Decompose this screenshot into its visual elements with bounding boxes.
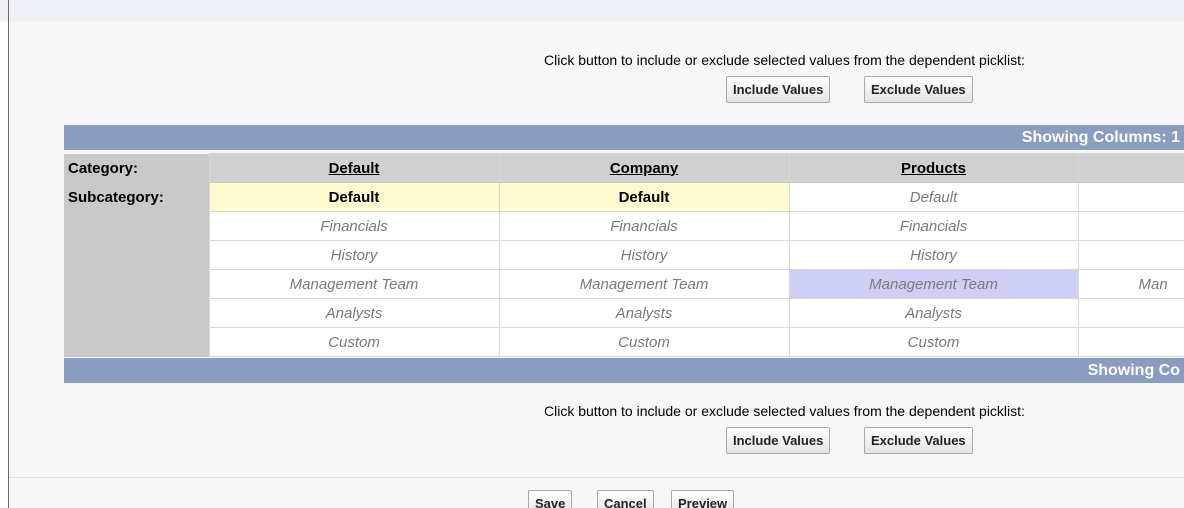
picklist-value-cell[interactable]: Management Team — [788, 269, 1079, 299]
picklist-value-cell[interactable]: Management Team — [208, 269, 500, 299]
picklist-value-cell[interactable]: History — [788, 240, 1079, 270]
picklist-value-cell[interactable] — [1077, 240, 1184, 270]
picklist-value-cell[interactable]: History — [208, 240, 500, 270]
category-header: Products — [788, 153, 1079, 183]
category-header: Default — [208, 153, 500, 183]
save-button[interactable]: Save — [528, 490, 573, 508]
picklist-value-cell[interactable]: Financials — [208, 211, 500, 241]
showing-columns-bar-bottom: Showing Co — [64, 358, 1184, 383]
picklist-value-cell[interactable]: Man — [1077, 269, 1184, 299]
instruction-text-bottom: Click button to include or exclude selec… — [544, 403, 1025, 419]
picklist-value-cell[interactable]: Custom — [208, 327, 500, 357]
include-values-button-bottom[interactable]: Include Values — [726, 427, 831, 454]
label-filler — [64, 211, 209, 241]
picklist-value-cell[interactable] — [1077, 298, 1184, 328]
label-filler — [64, 240, 209, 270]
picklist-value-cell[interactable] — [1077, 211, 1184, 241]
category-header-label: Default — [328, 159, 380, 177]
picklist-value-cell[interactable]: Analysts — [208, 298, 500, 328]
include-values-button-top[interactable]: Include Values — [726, 76, 831, 103]
cancel-button[interactable]: Cancel — [597, 490, 654, 508]
category-header-label: Company — [609, 159, 679, 177]
picklist-grid: Category: Default Company Products Subcatego… — [64, 153, 1184, 357]
category-header — [1077, 153, 1184, 183]
category-header-label: Products — [900, 159, 966, 177]
category-label: Category: — [64, 153, 209, 183]
picklist-value-cell[interactable]: Financials — [788, 211, 1079, 241]
label-filler — [64, 298, 209, 328]
showing-columns-bar-top: Showing Columns: 1 — [64, 125, 1184, 150]
picklist-value-cell[interactable]: Analysts — [788, 298, 1079, 328]
picklist-value-cell[interactable]: History — [498, 240, 790, 270]
picklist-value-cell[interactable]: Custom — [788, 327, 1079, 357]
picklist-value-cell[interactable] — [1077, 182, 1184, 212]
picklist-value-cell[interactable]: Custom — [498, 327, 790, 357]
picklist-value-cell[interactable]: Default — [788, 182, 1079, 212]
picklist-value-cell[interactable]: Analysts — [498, 298, 790, 328]
picklist-value-cell[interactable]: Management Team — [498, 269, 790, 299]
subcategory-label: Subcategory: — [64, 182, 209, 212]
top-strip — [0, 0, 1184, 22]
instruction-text-top: Click button to include or exclude selec… — [544, 52, 1025, 68]
picklist-value-cell[interactable]: Default — [208, 182, 500, 212]
exclude-values-button-bottom[interactable]: Exclude Values — [864, 427, 973, 454]
category-header: Company — [498, 153, 790, 183]
picklist-value-cell[interactable]: Default — [498, 182, 790, 212]
exclude-values-button-top[interactable]: Exclude Values — [864, 76, 973, 103]
label-filler — [64, 269, 209, 299]
picklist-value-cell[interactable]: Financials — [498, 211, 790, 241]
picklist-value-cell[interactable] — [1077, 327, 1184, 357]
label-filler — [64, 327, 209, 357]
preview-button[interactable]: Preview — [671, 490, 735, 508]
